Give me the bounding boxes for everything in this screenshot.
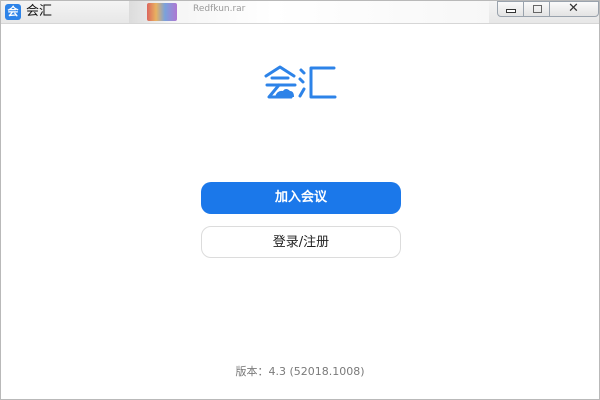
minimize-icon [506, 9, 516, 13]
title-bar[interactable]: 会 会汇 Redfkun.rar ✕ [1, 1, 599, 24]
brand-logo [264, 65, 337, 99]
archive-icon [147, 3, 177, 21]
maximize-icon [533, 5, 542, 13]
close-icon: ✕ [568, 1, 579, 16]
join-meeting-button[interactable]: 加入会议 [201, 182, 401, 214]
background-app-label: Redfkun.rar [193, 4, 246, 14]
login-register-button[interactable]: 登录/注册 [201, 226, 401, 258]
cloud-icon [275, 89, 294, 97]
version-label: 版本：4.3 (52018.1008) [235, 365, 365, 378]
background-window-fragment [129, 1, 489, 23]
app-logo-icon: 会 [5, 4, 21, 20]
maximize-button[interactable] [523, 1, 550, 17]
minimize-button[interactable] [497, 1, 524, 17]
close-button[interactable]: ✕ [549, 1, 599, 17]
app-window: 会 会汇 Redfkun.rar ✕ 加入会议 登录/注册 版本：4.3 (52… [0, 0, 600, 400]
window-title: 会汇 [26, 4, 53, 19]
